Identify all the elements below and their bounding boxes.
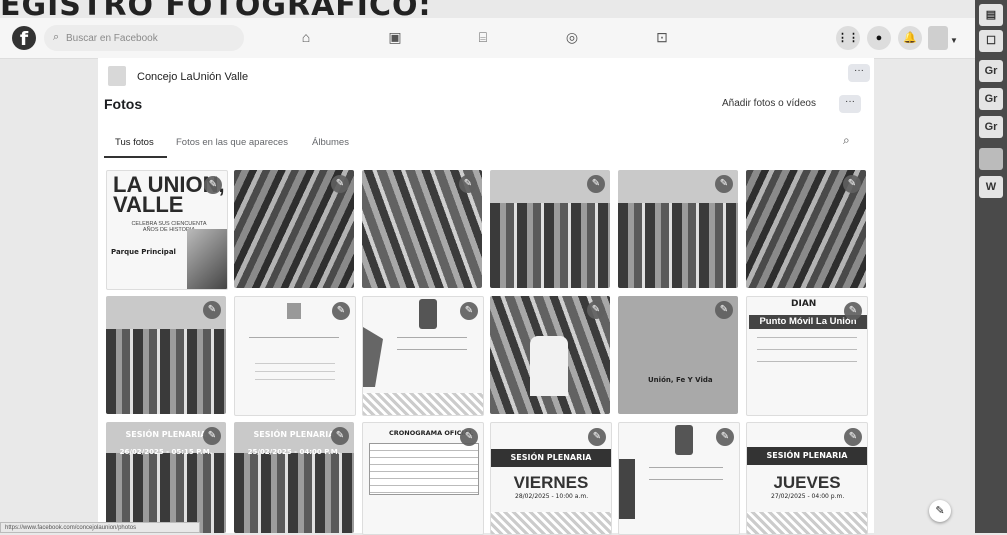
sidebar-app-icon[interactable]: Gr bbox=[979, 60, 1003, 82]
photo-tile[interactable]: ✎ bbox=[490, 170, 610, 288]
edit-photo-icon[interactable]: ✎ bbox=[844, 302, 862, 320]
poster-day: JUEVES bbox=[773, 473, 841, 492]
page-name[interactable]: Concejo LaUnión Valle bbox=[137, 71, 248, 83]
watch-icon[interactable]: ▣ bbox=[386, 28, 404, 46]
edit-photo-icon[interactable]: ✎ bbox=[715, 175, 733, 193]
add-photos-button[interactable]: Añadir fotos o vídeos bbox=[722, 98, 816, 109]
sidebar-app-icon[interactable] bbox=[979, 148, 1003, 170]
photo-tile[interactable]: ✎ bbox=[618, 170, 738, 288]
messenger-icon[interactable]: ● bbox=[867, 26, 891, 50]
word-icon[interactable]: W bbox=[979, 176, 1003, 198]
edit-photo-icon[interactable]: ✎ bbox=[460, 428, 478, 446]
edit-photo-icon[interactable]: ✎ bbox=[843, 175, 861, 193]
poster-date: 28/02/2025 - 10:00 a.m. bbox=[515, 493, 589, 500]
tab-your-photos[interactable]: Tus fotos bbox=[115, 137, 154, 148]
photo-tile[interactable]: SESIÓN PLENARIA VIERNES 28/02/2025 - 10:… bbox=[490, 422, 612, 535]
edit-photo-icon[interactable]: ✎ bbox=[588, 428, 606, 446]
sidebar-app-icon[interactable]: ▤ bbox=[979, 4, 1003, 26]
edit-photo-icon[interactable]: ✎ bbox=[203, 301, 221, 319]
photo-tile[interactable]: ✎ bbox=[362, 296, 484, 416]
search-input[interactable]: ⌕ Buscar en Facebook bbox=[44, 25, 244, 51]
search-icon[interactable]: ⌕ bbox=[843, 133, 850, 148]
photo-tile[interactable]: ✎ bbox=[746, 170, 866, 288]
edit-photo-icon[interactable]: ✎ bbox=[844, 428, 862, 446]
poster-date: 26/02/2025 - 05:15 P.M. bbox=[119, 448, 213, 456]
photo-tile[interactable]: ✎ bbox=[234, 170, 354, 288]
sidebar-item-label: Gr bbox=[984, 93, 998, 105]
sidebar-app-icon[interactable]: Gr bbox=[979, 88, 1003, 110]
photo-tile[interactable]: SESIÓN PLENARIA JUEVES 27/02/2025 - 04:0… bbox=[746, 422, 868, 535]
photo-tile[interactable]: ✎ bbox=[234, 296, 356, 416]
gaming-icon[interactable]: ⊡ bbox=[653, 28, 671, 46]
photo-tile[interactable]: LA UNION, VALLE CELEBRA SUS CIENCUENTA A… bbox=[106, 170, 228, 290]
edit-photo-icon[interactable]: ✎ bbox=[332, 302, 350, 320]
poster-title: SESIÓN PLENARIA bbox=[491, 449, 611, 467]
poster-day: VIERNES bbox=[513, 473, 589, 492]
edit-photo-icon[interactable]: ✎ bbox=[459, 175, 477, 193]
desktop-sidebar: ▤ ☐ Gr Gr Gr W bbox=[975, 0, 1007, 533]
marketplace-icon[interactable]: ⌸ bbox=[474, 28, 492, 46]
tab-photos-of-you[interactable]: Fotos en las que apareces bbox=[176, 137, 288, 148]
compose-edit-icon[interactable]: ✎ bbox=[929, 500, 951, 522]
page-more-button[interactable]: ··· bbox=[848, 64, 870, 82]
account-avatar[interactable] bbox=[928, 26, 948, 50]
menu-grid-icon[interactable]: ⋮⋮ bbox=[836, 26, 860, 50]
photo-tile[interactable]: ✎ bbox=[362, 170, 482, 288]
status-bar-url: https://www.facebook.com/concejolaunion/… bbox=[0, 522, 200, 533]
section-title: Fotos bbox=[104, 96, 143, 112]
poster-brand: DIAN bbox=[791, 299, 817, 309]
photo-tile[interactable]: Unión, Fe Y Vida ✎ bbox=[618, 296, 738, 414]
edit-photo-icon[interactable]: ✎ bbox=[716, 428, 734, 446]
page-avatar[interactable] bbox=[108, 66, 126, 86]
edit-photo-icon[interactable]: ✎ bbox=[204, 176, 222, 194]
photo-tile[interactable]: ✎ bbox=[618, 422, 740, 535]
poster-subtitle: Unión, Fe Y Vida bbox=[648, 376, 713, 384]
edit-photo-icon[interactable]: ✎ bbox=[587, 175, 605, 193]
sidebar-item-label: Gr bbox=[984, 65, 998, 77]
facebook-logo-icon[interactable]: f bbox=[12, 26, 36, 50]
edit-photo-icon[interactable]: ✎ bbox=[331, 427, 349, 445]
edit-photo-icon[interactable]: ✎ bbox=[715, 301, 733, 319]
poster-date: 25/02/2025 - 04:00 P.M. bbox=[247, 448, 341, 456]
photo-tile[interactable]: ✎ bbox=[490, 296, 610, 414]
edit-photo-icon[interactable]: ✎ bbox=[331, 175, 349, 193]
photo-tile[interactable]: SESIÓN PLENARIA 26/02/2025 - 05:15 P.M. … bbox=[106, 422, 226, 533]
tab-albums[interactable]: Álbumes bbox=[312, 137, 349, 148]
search-icon: ⌕ bbox=[53, 31, 60, 43]
poster-place: Parque Principal bbox=[111, 248, 176, 256]
photo-tile[interactable]: DIAN Punto Móvil La Unión ✎ bbox=[746, 296, 868, 416]
home-icon[interactable]: ⌂ bbox=[297, 28, 315, 46]
sidebar-item-label: Gr bbox=[984, 121, 998, 133]
photo-tile[interactable]: SESIÓN PLENARIA 25/02/2025 - 04:00 P.M. … bbox=[234, 422, 354, 533]
poster-date: 27/02/2025 - 04:00 p.m. bbox=[771, 493, 845, 500]
edit-photo-icon[interactable]: ✎ bbox=[587, 301, 605, 319]
groups-icon[interactable]: ◎ bbox=[563, 28, 581, 46]
photos-more-button[interactable]: ··· bbox=[839, 95, 861, 113]
top-navigation-bar: f ⌕ Buscar en Facebook ⌂ ▣ ⌸ ◎ ⊡ ⋮⋮ ● 🔔 … bbox=[0, 18, 975, 59]
chevron-down-icon[interactable]: ▼ bbox=[950, 36, 958, 45]
edit-photo-icon[interactable]: ✎ bbox=[203, 427, 221, 445]
photo-tile[interactable]: CRONOGRAMA OFICIAL ✎ bbox=[362, 422, 484, 535]
poster-title: SESIÓN PLENARIA bbox=[747, 447, 867, 465]
sidebar-app-icon[interactable]: ☐ bbox=[979, 30, 1003, 52]
photo-tile[interactable]: ✎ bbox=[106, 296, 226, 414]
edit-photo-icon[interactable]: ✎ bbox=[460, 302, 478, 320]
notifications-icon[interactable]: 🔔 bbox=[898, 26, 922, 50]
sidebar-app-icon[interactable]: Gr bbox=[979, 116, 1003, 138]
search-placeholder: Buscar en Facebook bbox=[66, 33, 158, 44]
active-tab-indicator bbox=[104, 156, 167, 158]
